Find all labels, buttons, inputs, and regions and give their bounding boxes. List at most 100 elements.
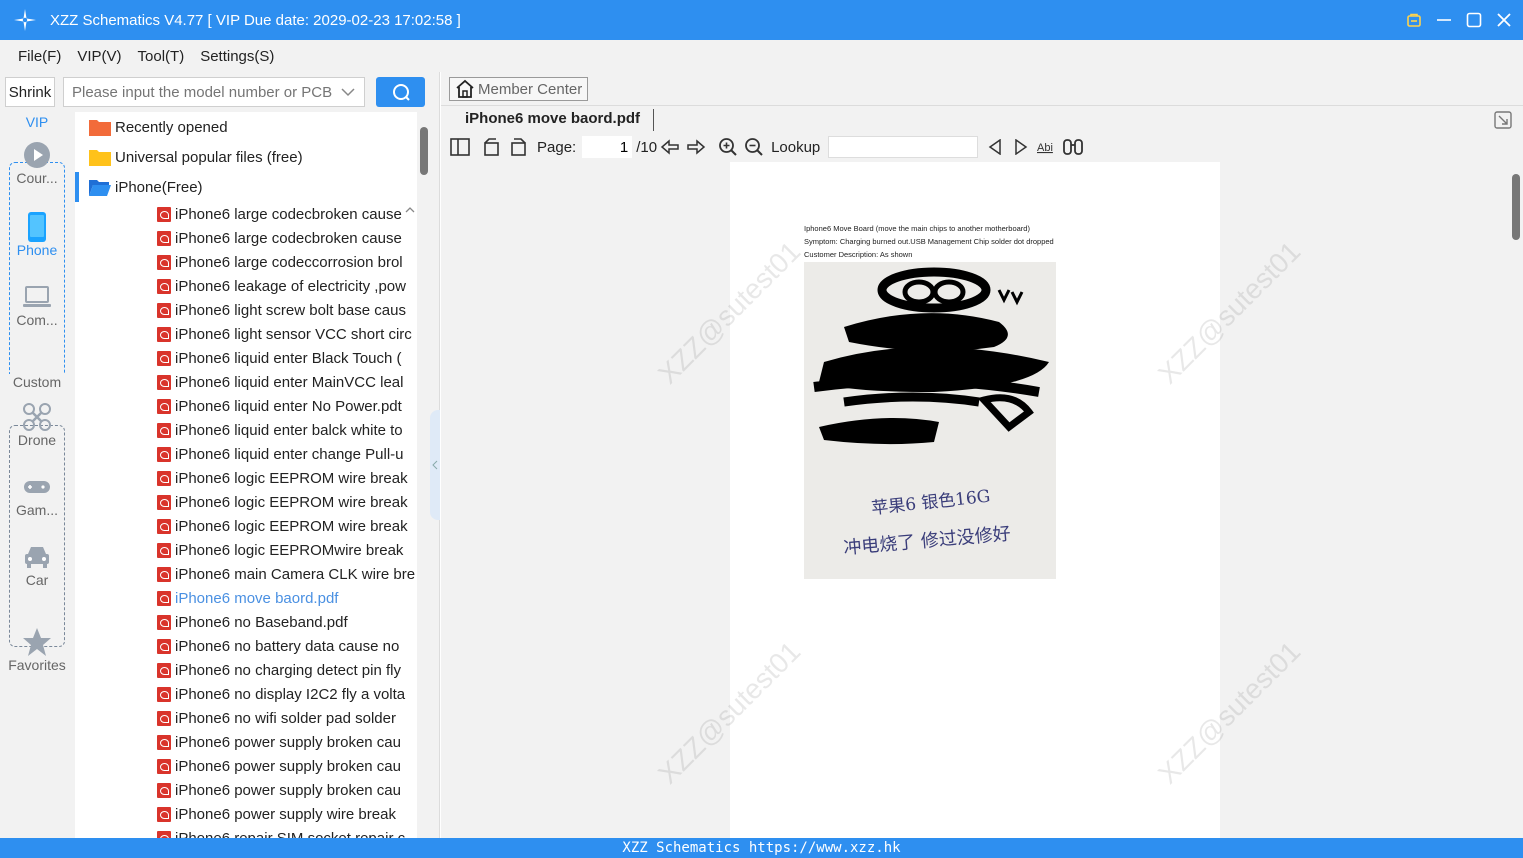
vip-group	[9, 162, 65, 387]
file-item[interactable]: iPhone6 leakage of electricity ,pow	[157, 274, 415, 298]
pdf-icon	[157, 398, 171, 414]
tab-document[interactable]: iPhone6 move baord.pdf	[465, 110, 640, 127]
folder-iphone-free[interactable]: iPhone(Free)	[75, 172, 417, 202]
file-item[interactable]: iPhone6 no display I2C2 fly a volta	[157, 682, 415, 706]
menu-file[interactable]: File(F)	[18, 48, 61, 65]
scrollbar-thumb[interactable]	[420, 127, 428, 175]
file-item[interactable]: iPhone6 no charging detect pin fly	[157, 658, 415, 682]
file-item[interactable]: iPhone6 liquid enter No Power.pdt	[157, 394, 415, 418]
sidebar-toggle-icon[interactable]	[447, 135, 473, 159]
file-label: iPhone6 no Baseband.pdf	[175, 613, 348, 631]
file-tree: Recently opened Universal popular files …	[75, 112, 417, 838]
collapse-panel-handle[interactable]	[430, 410, 440, 520]
pdf-icon	[157, 278, 171, 294]
car-icon	[25, 547, 49, 568]
chevron-left-icon	[432, 460, 438, 470]
folder-icon	[89, 120, 111, 136]
pdf-icon	[157, 494, 171, 510]
lookup-input[interactable]	[828, 136, 979, 158]
menu-settings[interactable]: Settings(S)	[200, 48, 274, 65]
rotate-left-icon[interactable]	[479, 135, 505, 159]
pdf-toolbar: Page: /10 Lookup Abi	[441, 133, 1523, 161]
rotate-right-icon[interactable]	[505, 135, 531, 159]
folder-label: iPhone(Free)	[115, 178, 203, 196]
previous-page-icon[interactable]	[657, 135, 683, 159]
file-item[interactable]: iPhone6 logic EEPROM wire break	[157, 490, 415, 514]
file-item[interactable]: iPhone6 power supply broken cau	[157, 754, 415, 778]
pdf-icon	[157, 614, 171, 630]
play-icon	[24, 142, 50, 168]
folder-universal-popular[interactable]: Universal popular files (free)	[75, 142, 417, 172]
folder-icon	[89, 150, 111, 166]
file-item[interactable]: iPhone6 power supply wire break	[157, 802, 415, 826]
search-button[interactable]	[376, 77, 425, 107]
binoculars-icon[interactable]	[1060, 135, 1086, 159]
file-tree-scrollbar[interactable]	[418, 112, 430, 838]
zoom-out-icon[interactable]	[741, 135, 767, 159]
file-item[interactable]: iPhone6 power supply broken cau	[157, 778, 415, 802]
file-item[interactable]: iPhone6 no wifi solder pad solder	[157, 706, 415, 730]
file-label: iPhone6 leakage of electricity ,pow	[175, 277, 406, 295]
shrink-button[interactable]: Shrink	[5, 77, 55, 107]
member-center-button[interactable]: Member Center	[449, 77, 588, 101]
file-item[interactable]: iPhone6 light sensor VCC short circ	[157, 322, 415, 346]
menu-vip[interactable]: VIP(V)	[77, 48, 121, 65]
category-courses[interactable]: Cour...	[0, 140, 74, 186]
search-input[interactable]	[63, 77, 365, 107]
file-item[interactable]: iPhone6 main Camera CLK wire bre	[157, 562, 415, 586]
file-item[interactable]: iPhone6 logic EEPROM wire break	[157, 466, 415, 490]
file-item[interactable]: iPhone6 large codecbroken cause	[157, 226, 415, 250]
file-item[interactable]: iPhone6 repair SIM socket repair c	[157, 826, 415, 838]
page-number-input[interactable]	[582, 136, 633, 158]
maximize-icon[interactable]	[1465, 11, 1483, 29]
menu-tool[interactable]: Tool(T)	[138, 48, 185, 65]
file-item[interactable]: iPhone6 no battery data cause no	[157, 634, 415, 658]
file-item[interactable]: iPhone6 no Baseband.pdf	[157, 610, 415, 634]
file-item[interactable]: iPhone6 power supply broken cau	[157, 730, 415, 754]
scrollbar-thumb[interactable]	[1512, 174, 1520, 240]
file-label: iPhone6 logic EEPROM wire break	[175, 493, 408, 511]
find-previous-icon[interactable]	[982, 135, 1008, 159]
restore-window-icon[interactable]	[1493, 110, 1513, 130]
category-game-label: Gam...	[15, 502, 58, 518]
category-game[interactable]: Gam...	[0, 472, 74, 518]
pdf-icon	[157, 638, 171, 654]
next-page-icon[interactable]	[683, 135, 709, 159]
file-label: iPhone6 liquid enter No Power.pdt	[175, 397, 402, 415]
category-favorites[interactable]: Favorites	[0, 627, 74, 673]
viewer-scrollbar[interactable]	[1509, 162, 1523, 838]
file-label: iPhone6 power supply broken cau	[175, 757, 401, 775]
match-case-icon[interactable]: Abi	[1034, 135, 1060, 159]
category-computer[interactable]: Com...	[0, 282, 74, 328]
pdf-icon	[157, 470, 171, 486]
minimize-icon[interactable]	[1435, 11, 1453, 29]
zoom-in-icon[interactable]	[715, 135, 741, 159]
document-viewer[interactable]: Iphone6 Move Board (move the main chips …	[441, 162, 1509, 838]
file-item-active[interactable]: iPhone6 move baord.pdf	[157, 586, 415, 610]
category-drone[interactable]: Drone	[0, 402, 74, 448]
scribbled-board-drawing: 苹果6 银色16G 冲电烧了 修过没修好	[804, 262, 1056, 579]
file-label: iPhone6 no charging detect pin fly	[175, 661, 401, 679]
find-next-icon[interactable]	[1008, 135, 1034, 159]
pdf-icon	[157, 566, 171, 582]
file-item[interactable]: iPhone6 logic EEPROM wire break	[157, 514, 415, 538]
close-icon[interactable]	[1495, 11, 1513, 29]
file-item[interactable]: iPhone6 liquid enter balck white to	[157, 418, 415, 442]
file-item[interactable]: iPhone6 light screw bolt base caus	[157, 298, 415, 322]
file-label: iPhone6 liquid enter MainVCC leal	[175, 373, 404, 391]
file-item[interactable]: iPhone6 large codecbroken cause	[157, 202, 415, 226]
file-item[interactable]: iPhone6 liquid enter MainVCC leal	[157, 370, 415, 394]
file-item[interactable]: iPhone6 logic EEPROMwire break	[157, 538, 415, 562]
gamepad-icon	[24, 481, 50, 493]
file-item[interactable]: iPhone6 liquid enter Black Touch (	[157, 346, 415, 370]
file-item[interactable]: iPhone6 large codeccorrosion brol	[157, 250, 415, 274]
category-bar: VIP Cour... Phone Com... Custom Drone Ga…	[0, 112, 74, 838]
viewer-pane: Member Center iPhone6 move baord.pdf Pag…	[441, 72, 1523, 838]
category-car[interactable]: Car	[0, 542, 74, 588]
chevron-down-icon[interactable]	[340, 85, 356, 99]
category-phone[interactable]: Phone	[0, 212, 74, 258]
file-item[interactable]: iPhone6 liquid enter change Pull-u	[157, 442, 415, 466]
category-computer-label: Com...	[16, 312, 58, 328]
notification-icon[interactable]	[1405, 11, 1423, 29]
folder-recently-opened[interactable]: Recently opened	[75, 112, 417, 142]
